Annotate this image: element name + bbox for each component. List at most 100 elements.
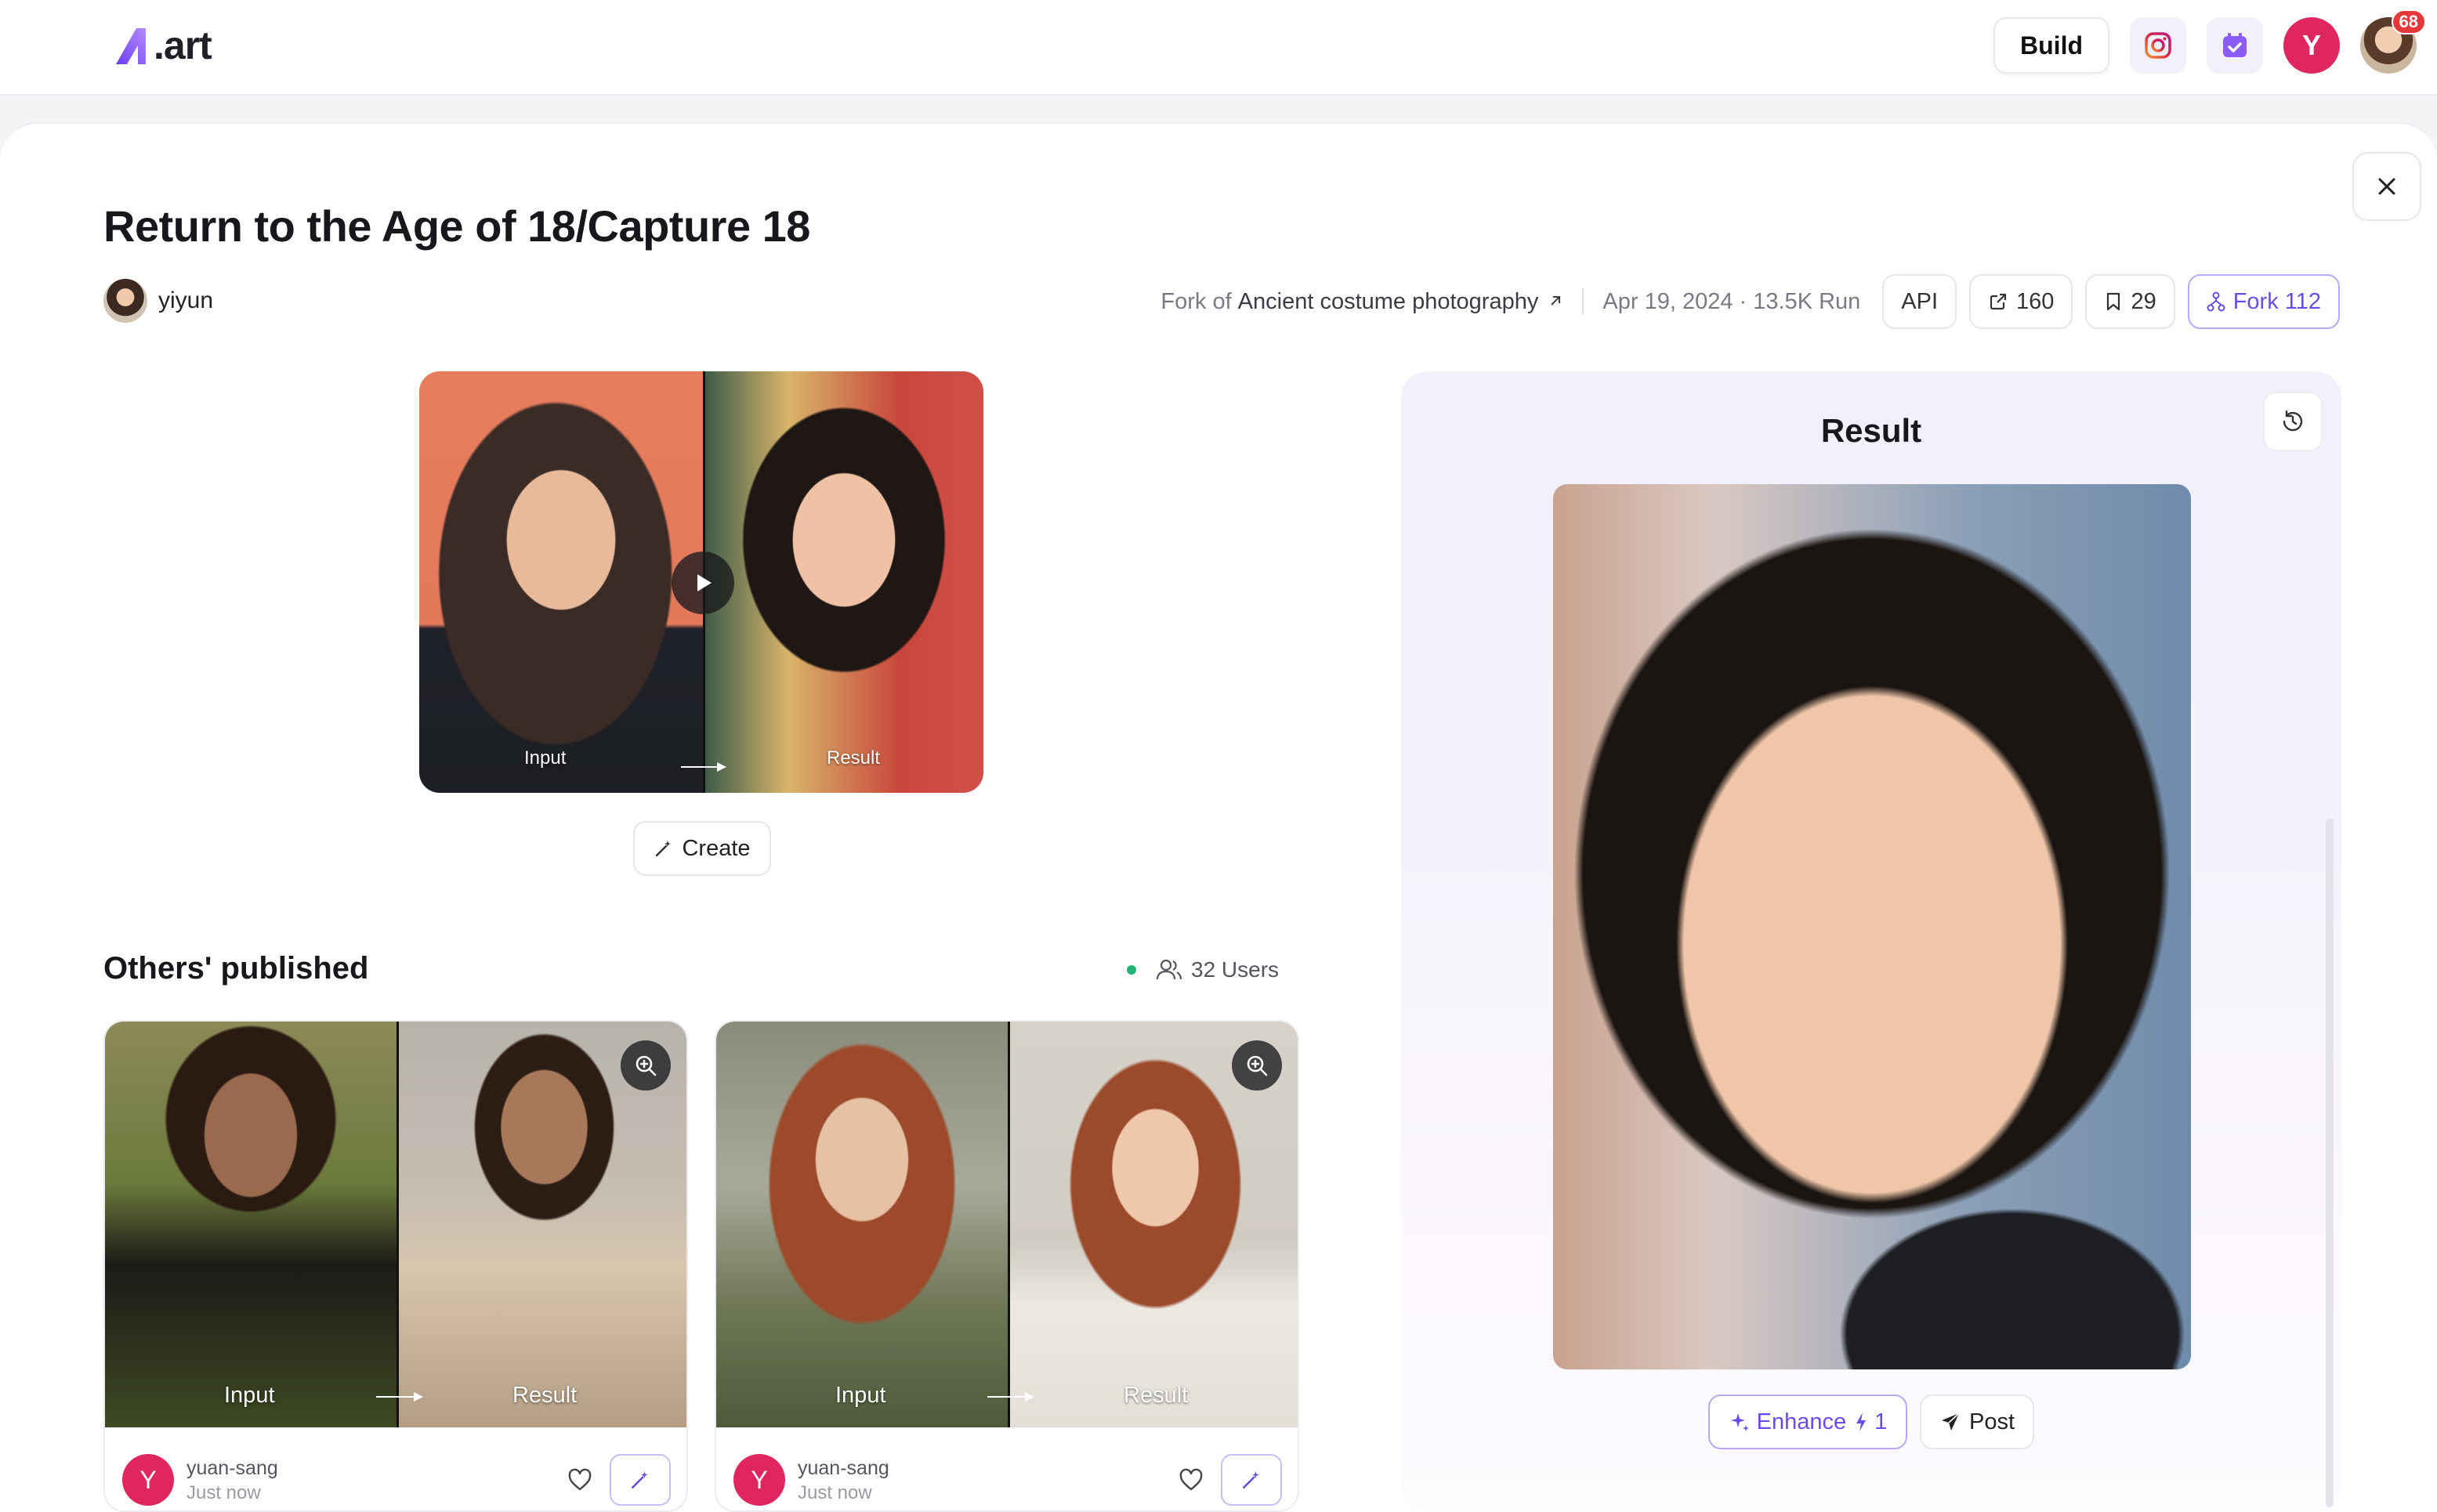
- published-card[interactable]: Input Result Y yuan-sang Just now: [103, 1020, 688, 1512]
- card-image: Input Result: [716, 1022, 1298, 1427]
- demo-result-label: Result: [827, 747, 881, 769]
- share-button[interactable]: 160: [1969, 274, 2073, 329]
- result-image[interactable]: [1553, 484, 2191, 1369]
- demo-result-image: [704, 371, 983, 793]
- user-avatar[interactable]: Y: [733, 1454, 785, 1506]
- zoom-in-icon: [636, 1055, 657, 1076]
- profile-photo-avatar[interactable]: 68: [2360, 9, 2426, 74]
- author[interactable]: yiyun: [103, 279, 213, 323]
- card-result-label: Result: [512, 1383, 578, 1408]
- create-label: Create: [682, 835, 751, 861]
- history-button[interactable]: [2263, 392, 2323, 451]
- others-published-title: Others' published: [103, 951, 369, 986]
- external-arrow-icon: [1551, 295, 1561, 306]
- card-input-image: [105, 1022, 397, 1427]
- api-label: API: [1901, 288, 1939, 314]
- send-icon: [1941, 1413, 1960, 1431]
- online-dot: [1127, 965, 1136, 975]
- card-result-label: Result: [1124, 1383, 1189, 1408]
- card-image: Input Result: [105, 1022, 686, 1427]
- result-title: Result: [1820, 412, 1922, 449]
- card-footer: Y yuan-sang Just now: [105, 1427, 686, 1510]
- demo-input-label: Input: [524, 747, 567, 769]
- logo-mark-icon: [116, 28, 146, 64]
- post-label: Post: [1968, 1409, 2015, 1434]
- page-title: Return to the Age of 18/Capture 18: [103, 201, 810, 251]
- card-input-image: [716, 1022, 1008, 1427]
- calendar-button[interactable]: [2207, 17, 2263, 74]
- magic-wand-icon: [632, 1471, 648, 1488]
- username[interactable]: yuan-sang: [798, 1457, 889, 1480]
- fork-source-link[interactable]: Ancient costume photography: [1238, 289, 1564, 315]
- compare-divider: [397, 1022, 399, 1427]
- build-button[interactable]: Build: [1993, 17, 2109, 74]
- author-name: yiyun: [158, 288, 214, 313]
- zoom-in-icon: [1247, 1055, 1268, 1076]
- fork-label: Fork 112: [2232, 288, 2321, 314]
- fork-button[interactable]: Fork 112: [2187, 274, 2340, 329]
- user-avatar[interactable]: Y: [2283, 17, 2340, 74]
- result-panel: Result Enhance 1 Post: [1401, 371, 2341, 1512]
- meta-bar: Fork of Ancient costume photography Apr …: [1161, 274, 2340, 329]
- enhance-cost: 1: [1854, 1409, 1887, 1435]
- bookmark-button[interactable]: 29: [2085, 274, 2175, 329]
- card-input-label: Input: [835, 1383, 886, 1408]
- magic-wand-icon: [656, 841, 672, 857]
- enhance-cost-value: 1: [1874, 1409, 1888, 1434]
- sparkle-icon: [1730, 1413, 1749, 1431]
- remix-button[interactable]: [1221, 1454, 1282, 1506]
- bookmark-icon: [2107, 292, 2120, 311]
- top-bar: .art Build Y 68: [0, 0, 2437, 96]
- like-button[interactable]: [567, 1468, 592, 1496]
- fork-icon: [2207, 291, 2225, 312]
- close-icon: [2378, 178, 2395, 195]
- demo-input-image: [419, 371, 703, 793]
- author-avatar: [103, 279, 147, 323]
- card-footer: Y yuan-sang Just now: [716, 1427, 1298, 1510]
- username[interactable]: yuan-sang: [186, 1457, 278, 1480]
- compare-divider: [1008, 1022, 1010, 1427]
- heart-icon: [1179, 1468, 1203, 1491]
- heart-icon: [568, 1468, 592, 1491]
- timestamp: Just now: [186, 1482, 261, 1503]
- timestamp: Just now: [798, 1482, 872, 1503]
- card-input-label: Input: [224, 1383, 275, 1408]
- history-icon: [2283, 410, 2303, 432]
- scrollbar[interactable]: [2326, 818, 2334, 1507]
- instagram-button[interactable]: [2130, 17, 2186, 74]
- zoom-button[interactable]: [1232, 1040, 1282, 1091]
- play-icon: [697, 574, 712, 591]
- fork-source-label: Ancient costume photography: [1237, 288, 1539, 314]
- create-button[interactable]: Create: [633, 821, 771, 876]
- demo-comparison[interactable]: Input Result: [419, 371, 983, 793]
- users-label: 32 Users: [1191, 957, 1280, 982]
- fork-of-prefix: Fork of: [1161, 288, 1232, 314]
- close-button[interactable]: [2352, 152, 2421, 221]
- api-button[interactable]: API: [1882, 274, 1957, 329]
- date-runs: Apr 19, 2024 · 13.5K Run: [1602, 288, 1861, 314]
- users-count: 32 Users: [1127, 957, 1279, 982]
- remix-button[interactable]: [610, 1454, 671, 1506]
- like-button[interactable]: [1179, 1468, 1204, 1496]
- user-avatar[interactable]: Y: [122, 1454, 174, 1506]
- arrow-icon: [987, 1392, 1034, 1402]
- arrow-icon: [376, 1392, 423, 1402]
- notification-badge: 68: [2391, 9, 2426, 34]
- zoom-button[interactable]: [621, 1040, 671, 1091]
- users-icon: [1156, 959, 1182, 980]
- calendar-check-icon: [2223, 33, 2247, 57]
- share-icon: [1990, 293, 2007, 310]
- play-button[interactable]: [672, 552, 734, 614]
- logo-text: .art: [154, 24, 212, 67]
- lightning-icon: [1856, 1413, 1867, 1431]
- enhance-button[interactable]: Enhance 1: [1708, 1394, 1907, 1449]
- post-button[interactable]: Post: [1920, 1394, 2034, 1449]
- arrow-icon: [681, 762, 726, 772]
- instagram-icon: [2145, 32, 2171, 59]
- share-count: 160: [2016, 288, 2055, 314]
- bookmark-count: 29: [2131, 288, 2156, 314]
- published-card[interactable]: Input Result Y yuan-sang Just now: [715, 1020, 1299, 1512]
- enhance-label: Enhance: [1756, 1409, 1847, 1434]
- logo[interactable]: .art: [114, 22, 212, 69]
- magic-wand-icon: [1243, 1471, 1259, 1488]
